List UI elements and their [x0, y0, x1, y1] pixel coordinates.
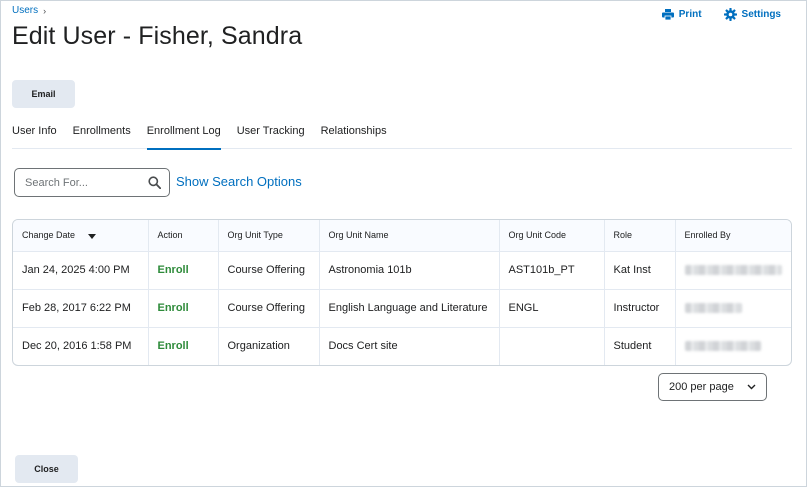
per-page-select[interactable]: 200 per page — [658, 373, 767, 401]
column-header-org-unit-type: Org Unit Type — [218, 220, 320, 252]
cell-role: Student — [604, 327, 676, 365]
column-header-label: Change Date — [22, 229, 76, 240]
top-actions: Print Settings — [661, 8, 781, 21]
cell-change-date: Feb 28, 2017 6:22 PM — [13, 289, 149, 328]
cell-action: Enroll — [148, 289, 219, 328]
print-label: Print — [678, 9, 702, 20]
column-header-org-unit-name: Org Unit Name — [319, 220, 500, 252]
search-input[interactable] — [25, 176, 145, 189]
cell-role: Instructor — [604, 289, 676, 328]
breadcrumb-link-users[interactable]: Users — [12, 5, 38, 16]
printer-icon — [661, 9, 674, 20]
column-header-change-date[interactable]: Change Date — [13, 220, 149, 252]
table-header-row: Change Date Action Org Unit Type Org Uni… — [13, 220, 791, 252]
cell-org-unit-name: Astronomia 101b — [319, 251, 500, 290]
tab-user-info[interactable]: User Info — [12, 123, 57, 149]
search-box — [14, 168, 170, 197]
chevron-right-icon: › — [43, 5, 47, 16]
cell-org-unit-type: Course Offering — [218, 289, 320, 328]
per-page-value: 200 per page — [669, 381, 734, 393]
column-header-role: Role — [604, 220, 676, 252]
cell-role: Kat Inst — [604, 251, 676, 290]
chevron-down-icon — [747, 381, 756, 393]
table-row: Jan 24, 2025 4:00 PM Enroll Course Offer… — [13, 251, 791, 290]
cell-change-date: Jan 24, 2025 4:00 PM — [13, 251, 149, 290]
print-button[interactable]: Print — [661, 8, 702, 21]
breadcrumb: Users › — [12, 5, 46, 16]
tab-enrollment-log[interactable]: Enrollment Log — [146, 123, 221, 150]
table-row: Dec 20, 2016 1:58 PM Enroll Organization… — [13, 327, 791, 365]
cell-action: Enroll — [148, 327, 219, 365]
cell-org-unit-name: Docs Cert site — [319, 327, 500, 365]
settings-button[interactable]: Settings — [723, 8, 781, 21]
tab-relationships[interactable]: Relationships — [321, 123, 387, 149]
settings-label: Settings — [741, 9, 781, 20]
redacted-name — [684, 303, 742, 314]
redacted-name — [684, 265, 782, 276]
cell-org-unit-name: English Language and Literature — [319, 289, 500, 328]
column-header-org-unit-code: Org Unit Code — [499, 220, 605, 252]
cell-action: Enroll — [148, 251, 219, 290]
cell-org-unit-code — [499, 327, 605, 365]
cell-org-unit-code: ENGL — [499, 289, 605, 328]
cell-enrolled-by — [675, 251, 791, 290]
column-header-enrolled-by: Enrolled By — [675, 220, 791, 252]
column-header-action: Action — [148, 220, 219, 252]
cell-org-unit-code: AST101b_PT — [499, 251, 605, 290]
tab-enrollments[interactable]: Enrollments — [73, 123, 131, 149]
cell-enrolled-by — [675, 327, 791, 365]
tab-user-tracking[interactable]: User Tracking — [237, 123, 305, 149]
cell-org-unit-type: Course Offering — [218, 251, 320, 290]
table-row: Feb 28, 2017 6:22 PM Enroll Course Offer… — [13, 289, 791, 328]
page-title: Edit User - Fisher, Sandra — [12, 22, 303, 50]
cell-org-unit-type: Organization — [218, 327, 320, 365]
email-button[interactable]: Email — [12, 80, 75, 108]
enrollment-log-table: Change Date Action Org Unit Type Org Uni… — [12, 219, 792, 366]
redacted-name — [684, 341, 761, 352]
cell-enrolled-by — [675, 289, 791, 328]
search-icon[interactable] — [148, 176, 162, 194]
sort-down-icon — [87, 231, 96, 241]
gear-icon — [723, 8, 737, 21]
tab-bar: User Info Enrollments Enrollment Log Use… — [12, 123, 792, 150]
close-button[interactable]: Close — [15, 455, 78, 483]
cell-change-date: Dec 20, 2016 1:58 PM — [13, 327, 149, 365]
show-search-options-link[interactable]: Show Search Options — [176, 174, 302, 189]
